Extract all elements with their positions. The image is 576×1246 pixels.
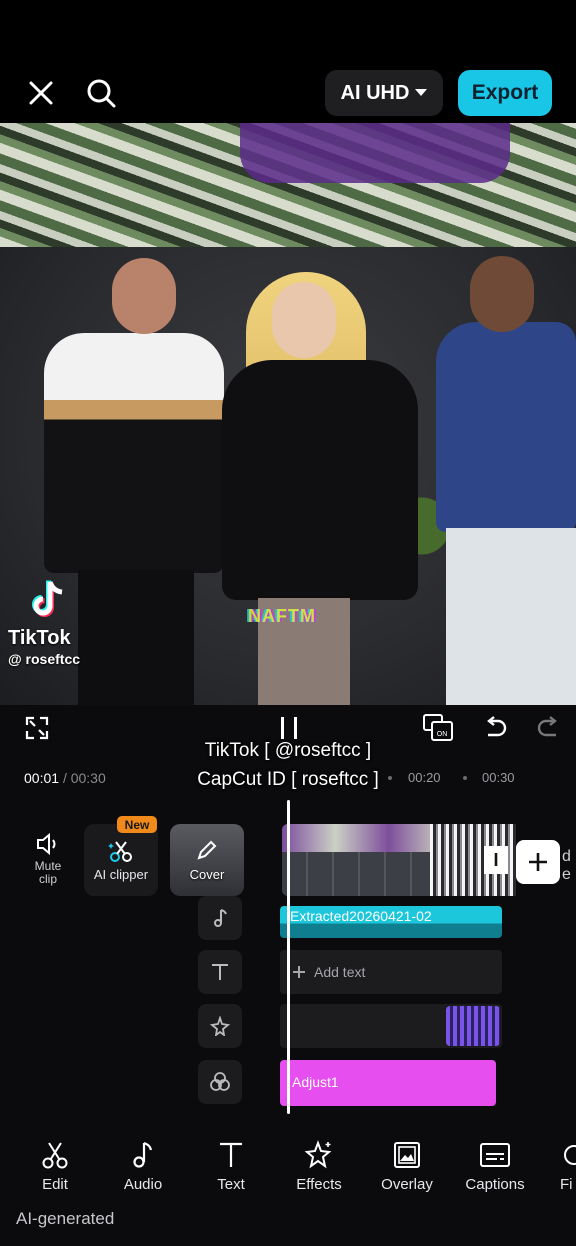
redo-icon (537, 716, 557, 737)
text-icon (220, 1142, 242, 1167)
edit-pencil-icon (197, 840, 217, 860)
tool-captions-label: Captions (465, 1176, 525, 1193)
video-track-clip[interactable] (282, 824, 442, 896)
search-icon (87, 79, 116, 108)
audio-clip[interactable]: Extracted20260421-02 (280, 906, 502, 938)
captions-icon (480, 1143, 510, 1167)
tool-audio[interactable]: Audio (103, 1140, 183, 1193)
text-cursor-icon: I (484, 846, 508, 874)
export-button[interactable]: Export (458, 70, 552, 116)
close-icon (29, 81, 53, 105)
effects-track-button[interactable] (198, 1004, 242, 1048)
add-clip-button[interactable] (516, 840, 560, 884)
music-note-icon (214, 909, 227, 927)
ai-clipper-button[interactable]: AI clipper (84, 824, 158, 896)
ai-generated-label: AI-generated (16, 1209, 115, 1228)
watermark-brand: TikTok (8, 627, 71, 649)
overlay-text-capcut: CapCut ID [ roseftcc ] (197, 769, 379, 790)
glitch-text: NAFTM (248, 606, 316, 626)
undo-button[interactable] (480, 713, 510, 743)
adjust-track-button[interactable] (198, 1060, 242, 1104)
tool-filters-label: Fi (560, 1176, 573, 1193)
money-background (0, 123, 576, 247)
tool-audio-label: Audio (123, 1176, 163, 1193)
close-button[interactable] (22, 74, 60, 112)
fullscreen-button[interactable] (22, 713, 52, 743)
offscreen-clip-text: d e (562, 848, 571, 883)
text-track-button[interactable] (198, 950, 242, 994)
mute-clip-label: Mute clip (34, 859, 62, 886)
overlay-image-icon (394, 1142, 420, 1168)
add-text-track[interactable]: Add text (280, 950, 502, 994)
redo-button[interactable] (534, 713, 564, 743)
filters-icon (564, 1145, 576, 1165)
caret-down-icon (415, 89, 428, 96)
speaker-icon (37, 832, 56, 856)
cover-label: Cover (189, 867, 225, 882)
fullscreen-icon (25, 716, 49, 740)
plus-icon (293, 966, 305, 978)
adjust-clip[interactable]: Adjust1 (280, 1060, 496, 1106)
audio-track-button[interactable] (198, 896, 242, 940)
cover-button[interactable]: Cover (170, 824, 244, 896)
quality-label: AI UHD (340, 81, 410, 104)
plus-icon (529, 853, 547, 871)
tool-edit[interactable]: Edit (15, 1140, 95, 1193)
filters-icon (210, 1072, 230, 1091)
pause-button[interactable] (274, 713, 304, 743)
search-button[interactable] (82, 74, 120, 112)
new-badge: New (117, 816, 157, 833)
mute-clip-button[interactable]: Mute clip (22, 832, 74, 886)
ai-clipper-icon (108, 840, 132, 862)
playhead[interactable] (287, 800, 290, 1114)
tool-captions[interactable]: Captions (455, 1140, 535, 1193)
tiktok-watermark: TikTok @ roseftcc (8, 578, 128, 667)
tool-filters[interactable]: Fi (536, 1140, 576, 1193)
tiktok-logo-icon (32, 580, 63, 617)
tool-overlay[interactable]: Overlay (367, 1140, 447, 1193)
effect-clip[interactable] (446, 1006, 500, 1046)
add-text-label: Add text (314, 964, 366, 980)
sparkle-star-icon (304, 1140, 332, 1169)
text-icon (212, 964, 228, 980)
tool-text[interactable]: Text (191, 1140, 271, 1193)
tool-effects[interactable]: Effects (279, 1140, 359, 1193)
svg-text:ON: ON (437, 731, 448, 738)
music-note-icon (133, 1141, 153, 1168)
overlay-text-tiktok: TikTok [ @roseftcc ] (204, 740, 372, 761)
tool-text-label: Text (217, 1176, 245, 1193)
watermark-handle: @ roseftcc (8, 651, 81, 667)
sparkle-star-icon (210, 1016, 230, 1036)
tool-overlay-label: Overlay (381, 1176, 433, 1193)
undo-icon (487, 716, 507, 737)
scissors-icon (42, 1142, 68, 1169)
ai-clipper-label: AI clipper (93, 866, 149, 882)
video-track-glitch-clip[interactable]: I (430, 824, 516, 896)
pause-icon (281, 717, 297, 739)
quality-dropdown[interactable]: AI UHD (325, 70, 443, 116)
tool-edit-label: Edit (42, 1176, 68, 1193)
tool-effects-label: Effects (296, 1176, 342, 1193)
